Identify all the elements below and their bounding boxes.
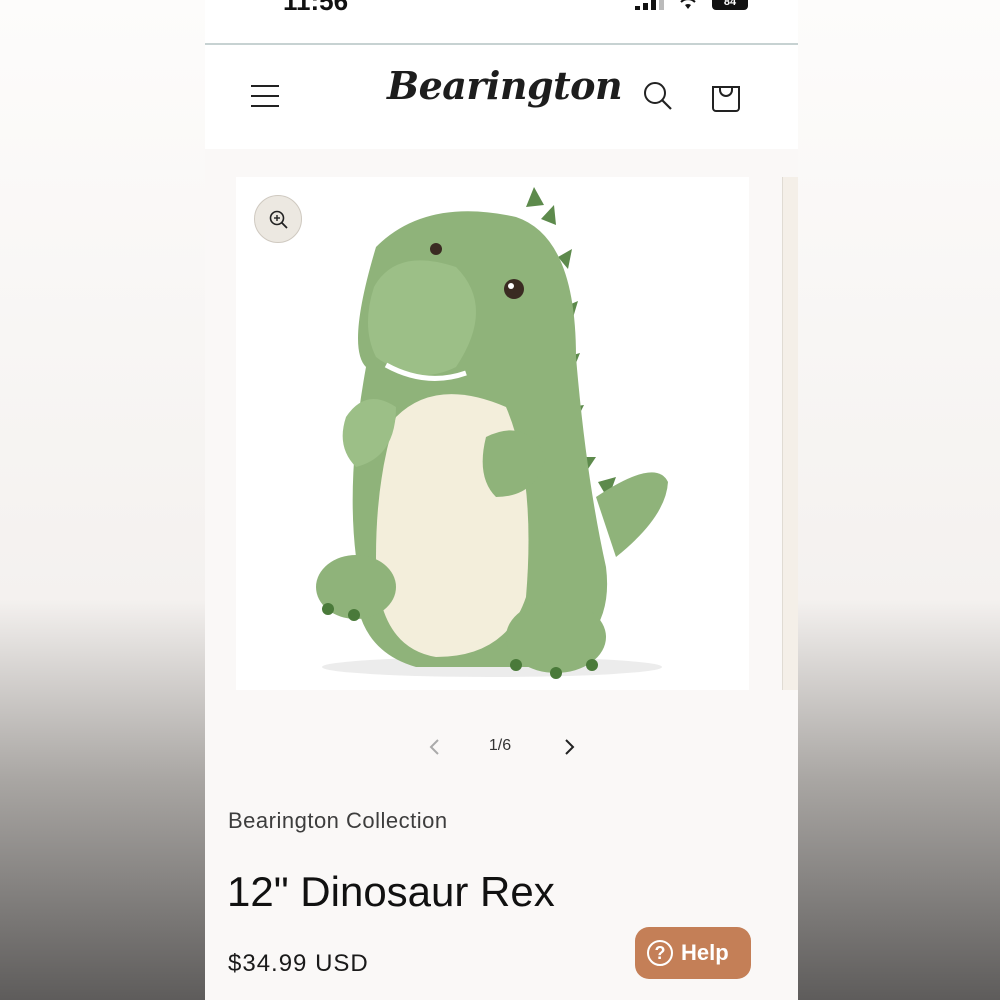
dinosaur-plush-image bbox=[316, 187, 668, 679]
status-bar: 11:56 84 bbox=[205, 0, 798, 44]
brand-logo[interactable]: Bearington bbox=[387, 63, 623, 108]
site-header: Bearington bbox=[205, 45, 798, 149]
gallery-pager: 1/6 bbox=[205, 727, 798, 767]
zoom-in-icon[interactable] bbox=[254, 195, 302, 243]
phone-screen: 11:56 84 Bearington 1/6 Bearington Colle… bbox=[205, 0, 798, 1000]
cart-icon[interactable] bbox=[707, 77, 745, 115]
background-right bbox=[798, 0, 1000, 1000]
product-price: $34.99 USD bbox=[228, 950, 369, 977]
help-label: Help bbox=[681, 940, 729, 965]
help-button[interactable]: ? Help bbox=[635, 927, 751, 979]
product-image[interactable] bbox=[236, 177, 749, 690]
status-icons: 84 bbox=[635, 0, 748, 10]
image-counter: 1/6 bbox=[488, 737, 512, 754]
next-image-peek[interactable] bbox=[782, 177, 798, 690]
search-icon[interactable] bbox=[641, 79, 675, 113]
product-vendor[interactable]: Bearington Collection bbox=[228, 808, 448, 834]
chevron-left-icon[interactable] bbox=[421, 733, 449, 761]
product-title: 12" Dinosaur Rex bbox=[227, 868, 555, 915]
signal-icon bbox=[635, 0, 664, 10]
background-left bbox=[0, 0, 205, 1000]
hamburger-menu-icon[interactable] bbox=[249, 81, 283, 111]
wifi-icon bbox=[680, 0, 696, 9]
product-gallery bbox=[205, 149, 798, 769]
battery-icon: 84 bbox=[712, 0, 748, 10]
status-time: 11:56 bbox=[283, 0, 349, 16]
chevron-right-icon[interactable] bbox=[555, 733, 583, 761]
question-icon: ? bbox=[647, 940, 673, 966]
